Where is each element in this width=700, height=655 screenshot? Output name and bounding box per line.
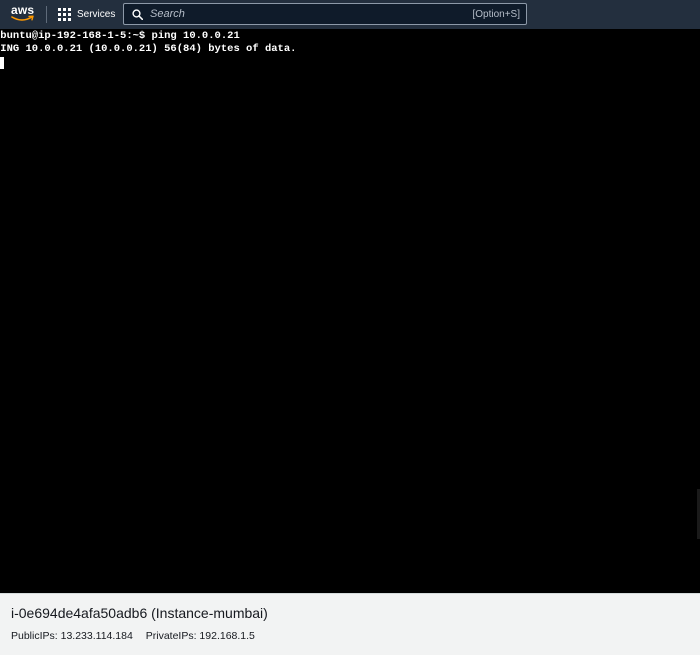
aws-logo-icon[interactable]: aws xyxy=(11,3,35,25)
search-input[interactable] xyxy=(150,6,450,22)
nav-divider xyxy=(46,6,47,23)
public-ips: PublicIPs: 13.233.114.184 xyxy=(11,630,133,642)
terminal-cursor xyxy=(0,57,4,69)
services-grid-icon xyxy=(58,8,71,21)
private-ips: PrivateIPs: 192.168.1.5 xyxy=(145,630,255,642)
search-icon xyxy=(132,9,143,20)
instance-ip-line: PublicIPs: 13.233.114.184 PrivateIPs: 19… xyxy=(11,630,265,643)
aws-top-nav: aws Services [Option+S] xyxy=(0,0,700,29)
search-shortcut-hint: [Option+S] xyxy=(472,9,520,20)
terminal-line: ubuntu@ip-192-168-1-5:~$ ping 10.0.0.21 xyxy=(0,30,240,42)
services-menu-button[interactable]: Services xyxy=(58,6,115,23)
instance-info-panel: i-0e694de4afa50adb6 (Instance-mumbai) Pu… xyxy=(0,593,700,655)
search-box[interactable]: [Option+S] xyxy=(123,3,527,25)
terminal-session[interactable]: ubuntu@ip-192-168-1-5:~$ ping 10.0.0.21 … xyxy=(0,29,700,593)
services-label: Services xyxy=(77,9,116,20)
instance-title: i-0e694de4afa50adb6 (Instance-mumbai) xyxy=(11,605,268,621)
terminal-line: PING 10.0.0.21 (10.0.0.21) 56(84) bytes … xyxy=(0,43,297,55)
aws-smile-icon xyxy=(11,15,34,21)
